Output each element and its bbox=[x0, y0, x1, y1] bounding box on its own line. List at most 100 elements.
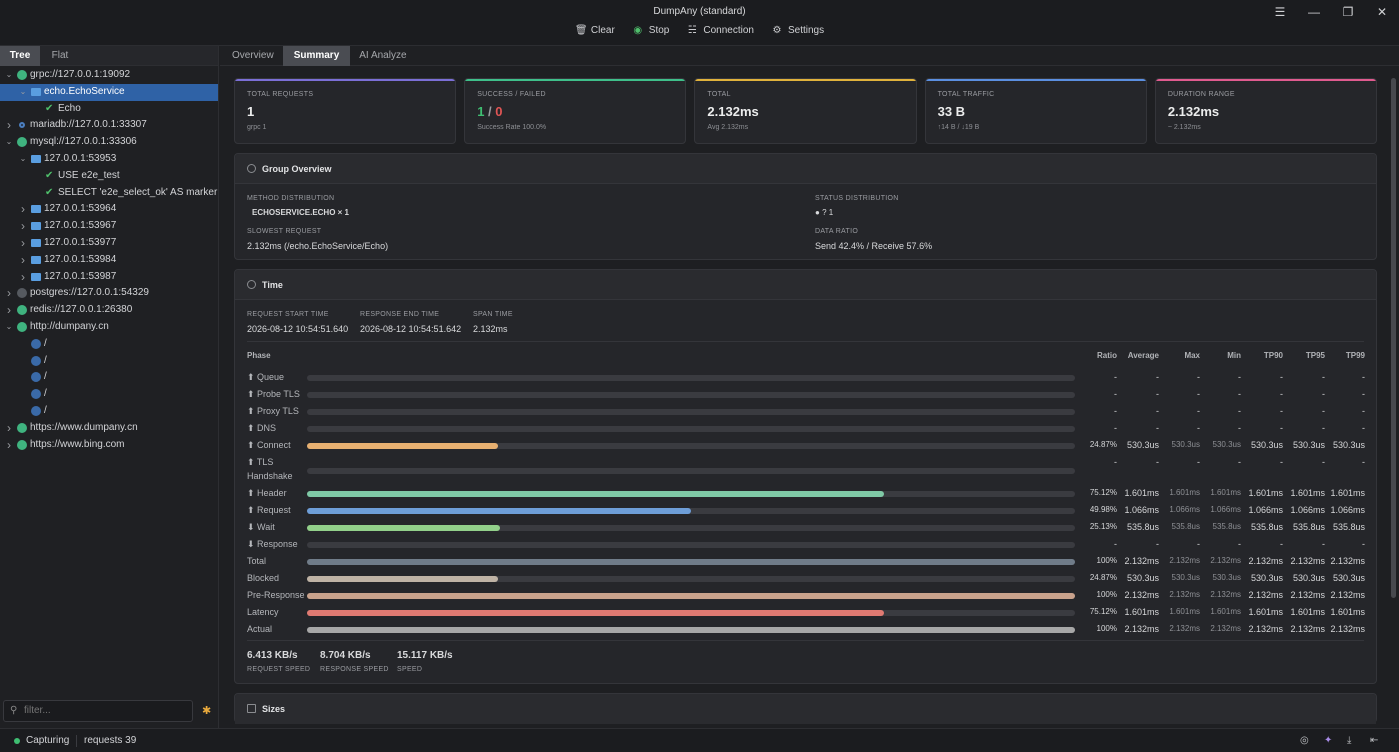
chevron-right-icon[interactable]: › bbox=[18, 235, 28, 252]
chevron-right-icon[interactable]: › bbox=[18, 218, 28, 235]
tree-node[interactable]: › postgres://127.0.0.1:54329 bbox=[0, 285, 218, 302]
tree-node[interactable]: ✔ Echo bbox=[0, 101, 218, 118]
tab-tree[interactable]: Tree bbox=[0, 46, 40, 66]
phase-tp99: - bbox=[1362, 372, 1365, 382]
tree-node[interactable]: ⌄ mysql://127.0.0.1:33306 bbox=[0, 134, 218, 151]
minimize-icon[interactable]: — bbox=[1297, 0, 1331, 24]
tree-node-label: 127.0.0.1:53987 bbox=[44, 270, 117, 282]
col-tp90: TP90 bbox=[1263, 351, 1283, 360]
protocol-dot-icon bbox=[17, 137, 27, 148]
chevron-right-icon[interactable]: › bbox=[18, 252, 28, 269]
chevron-down-icon[interactable]: ⌄ bbox=[18, 84, 28, 101]
phase-min: 530.3us bbox=[1212, 573, 1241, 582]
speed-value: 8.704 KB/s bbox=[320, 650, 371, 661]
phase-tp95: - bbox=[1322, 372, 1325, 382]
app-window: DumpAny (standard) 🗑 Clear ◉ Stop ☵ Connect… bbox=[0, 0, 1399, 752]
chevron-right-icon[interactable]: › bbox=[18, 269, 28, 286]
window-controls: ☰ — ❐ ✕ bbox=[1263, 0, 1399, 24]
phase-tp99: 2.132ms bbox=[1330, 624, 1365, 634]
main-tabs: Overview Summary AI Analyze bbox=[220, 46, 1399, 66]
tree-node[interactable]: ✔ USE e2e_test bbox=[0, 168, 218, 185]
chevron-down-icon[interactable]: ⌄ bbox=[4, 134, 14, 151]
clear-button[interactable]: 🗑 Clear bbox=[575, 25, 615, 36]
col-average: Average bbox=[1127, 351, 1159, 360]
chevron-down-icon[interactable]: ⌄ bbox=[18, 151, 28, 168]
phase-max: 2.132ms bbox=[1169, 556, 1200, 565]
tree-node[interactable]: › redis://127.0.0.1:26380 bbox=[0, 302, 218, 319]
request-dot-icon bbox=[31, 405, 41, 416]
card-subtext: grpc 1 bbox=[247, 124, 267, 131]
chevron-right-icon[interactable]: › bbox=[18, 201, 28, 218]
stop-button[interactable]: ◉ Stop bbox=[633, 25, 670, 36]
request-tree: ⌄ grpc://127.0.0.1:19092 ⌄ echo.EchoService… bbox=[0, 66, 218, 453]
filter-input[interactable] bbox=[24, 705, 184, 716]
phase-max: - bbox=[1197, 389, 1200, 399]
phase-name-cont: Handshake bbox=[247, 471, 293, 481]
phase-row: ⬆ Proxy TLS - - - - - - - bbox=[247, 403, 1367, 420]
collapse-icon[interactable]: ⇤ bbox=[1370, 735, 1378, 746]
stop-label: Stop bbox=[648, 25, 670, 36]
card-label: TOTAL TRAFFIC bbox=[937, 91, 995, 98]
sparkle-icon[interactable]: ✦ bbox=[1324, 735, 1332, 746]
card-subtext: Success Rate 100.0% bbox=[477, 124, 547, 131]
tree-node[interactable]: / bbox=[0, 386, 218, 403]
tree-node-label: grpc://127.0.0.1:19092 bbox=[30, 69, 131, 80]
tab-flat[interactable]: Flat bbox=[40, 46, 80, 66]
tab-overview[interactable]: Overview bbox=[223, 46, 283, 66]
tree-node[interactable]: ⌄ echo.EchoService bbox=[0, 83, 218, 101]
tree-node-label: https://www.bing.com bbox=[30, 438, 125, 450]
chevron-down-icon[interactable]: ⌄ bbox=[4, 67, 14, 84]
phase-ratio: 25.13% bbox=[1089, 522, 1117, 531]
tree-node[interactable]: ✔ SELECT 'e2e_select_ok' AS marker bbox=[0, 185, 218, 202]
download-icon[interactable]: ⤓ bbox=[1347, 735, 1351, 746]
chevron-right-icon[interactable]: › bbox=[4, 420, 14, 437]
settings-button[interactable]: ⚙ Settings bbox=[772, 25, 824, 36]
phase-name: ⬇ Response bbox=[247, 539, 298, 549]
globe-icon[interactable]: ◎ bbox=[1300, 735, 1309, 746]
tree-node[interactable]: › 127.0.0.1:53987 bbox=[0, 269, 218, 286]
menu-icon[interactable]: ☰ bbox=[1263, 0, 1297, 24]
phase-tp99: - bbox=[1362, 423, 1365, 433]
tree-node[interactable]: ⌄ http://dumpany.cn bbox=[0, 319, 218, 336]
tab-summary[interactable]: Summary bbox=[282, 46, 351, 66]
tree-node[interactable]: / bbox=[0, 403, 218, 420]
tree-node[interactable]: › https://www.dumpany.cn bbox=[0, 420, 218, 437]
phase-tp90: 530.3us bbox=[1250, 573, 1283, 583]
tree-node[interactable]: / bbox=[0, 369, 218, 386]
tree-node[interactable]: ⌄ 127.0.0.1:53953 bbox=[0, 151, 218, 168]
tree-node[interactable]: › 127.0.0.1:53977 bbox=[0, 235, 218, 252]
tree-node[interactable]: › mariadb://127.0.0.1:33307 bbox=[0, 117, 218, 134]
col-max: Max bbox=[1184, 351, 1200, 360]
tree-node[interactable]: ⌄ grpc://127.0.0.1:19092 bbox=[0, 67, 218, 84]
connection-button[interactable]: ☵ Connection bbox=[687, 25, 754, 36]
total-requests-card: TOTAL REQUESTS 1 grpc 1 bbox=[234, 78, 457, 144]
capturing-status: Capturing bbox=[26, 735, 70, 746]
tab-ai-analyze[interactable]: AI Analyze bbox=[350, 46, 415, 66]
pin-icon[interactable]: ✱ bbox=[202, 704, 211, 717]
phase-max: - bbox=[1197, 423, 1200, 433]
tree-node[interactable]: › 127.0.0.1:53967 bbox=[0, 218, 218, 235]
restore-icon[interactable]: ❐ bbox=[1331, 0, 1365, 24]
phase-min: 2.132ms bbox=[1210, 556, 1241, 565]
phase-bar-track bbox=[307, 392, 1075, 398]
tree-node[interactable]: › 127.0.0.1:53964 bbox=[0, 201, 218, 218]
tree-node[interactable]: › 127.0.0.1:53984 bbox=[0, 252, 218, 269]
span-time-value: 2.132ms bbox=[473, 324, 508, 334]
tree-node-label: / bbox=[44, 388, 47, 400]
summary-content: TOTAL REQUESTS 1 grpc 1 SUCCESS / FAILED 1 /… bbox=[234, 78, 1378, 724]
chevron-down-icon[interactable]: ⌄ bbox=[4, 319, 14, 336]
tree-node[interactable]: / bbox=[0, 353, 218, 370]
scrollbar[interactable] bbox=[1391, 78, 1396, 598]
chevron-right-icon[interactable]: › bbox=[4, 302, 14, 319]
tree-node[interactable]: / bbox=[0, 336, 218, 353]
phase-ratio: 100% bbox=[1096, 590, 1117, 599]
phase-avg: 530.3us bbox=[1126, 440, 1159, 450]
chevron-right-icon[interactable]: › bbox=[4, 285, 14, 302]
check-icon: ✔ bbox=[45, 169, 54, 181]
chevron-right-icon[interactable]: › bbox=[4, 117, 14, 134]
close-icon[interactable]: ✕ bbox=[1365, 0, 1399, 24]
tree-node[interactable]: › https://www.bing.com bbox=[0, 437, 218, 454]
chevron-right-icon[interactable]: › bbox=[4, 437, 14, 454]
phase-tp90: 530.3us bbox=[1250, 440, 1283, 450]
tree-node-label: USE e2e_test bbox=[58, 169, 120, 181]
